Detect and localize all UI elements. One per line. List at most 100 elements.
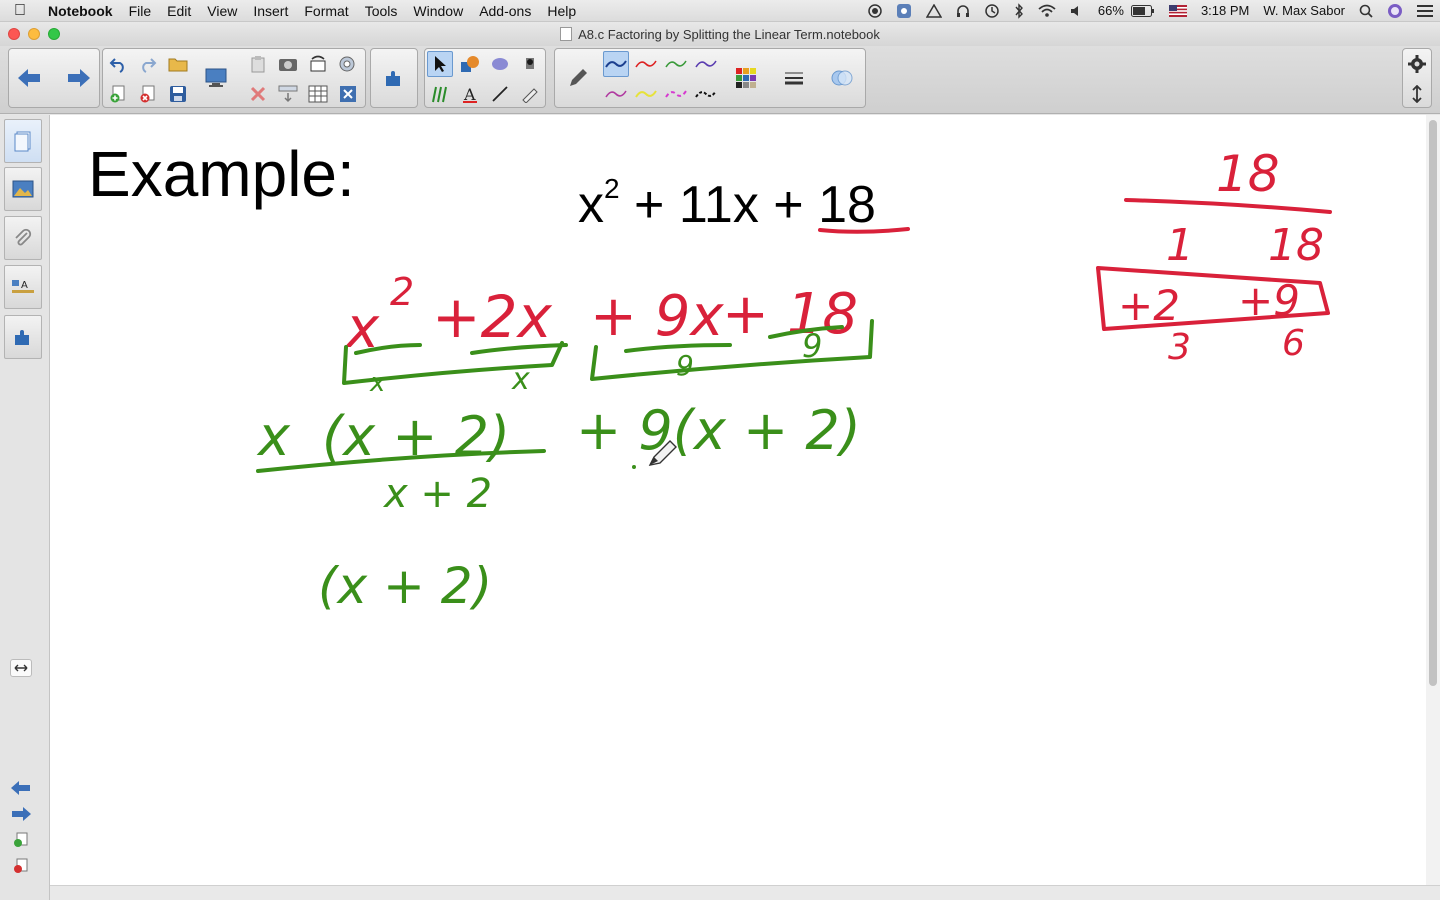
bluetooth-icon[interactable]	[1007, 3, 1031, 19]
open-folder-icon[interactable]	[165, 51, 191, 77]
red-underline-18[interactable]	[818, 227, 910, 234]
pen-style-green[interactable]	[663, 51, 689, 77]
pen-style-pink-dash[interactable]	[663, 81, 689, 107]
pen-style-red[interactable]	[633, 51, 659, 77]
battery-icon[interactable]	[1130, 5, 1162, 17]
ink-line2-x[interactable]: x	[256, 405, 291, 468]
apple-menu-icon[interactable]: 	[0, 2, 40, 20]
volume-icon[interactable]	[1063, 4, 1091, 18]
rotate-icon[interactable]	[305, 51, 331, 77]
previous-page-icon[interactable]	[10, 779, 32, 797]
ink-pair1-left[interactable]: 1	[1166, 220, 1194, 271]
text-icon[interactable]: A	[457, 81, 483, 107]
input-source-flag-icon[interactable]	[1162, 5, 1194, 17]
save-icon[interactable]	[165, 81, 191, 107]
delete-icon[interactable]	[245, 81, 271, 107]
notification-center-icon[interactable]	[1410, 5, 1440, 17]
menu-insert[interactable]: Insert	[245, 0, 296, 22]
ink-gcf2[interactable]: 9	[676, 349, 694, 382]
pen-style-yellow[interactable]	[633, 81, 659, 107]
table-icon[interactable]	[305, 81, 331, 107]
magic-pen-icon[interactable]	[517, 81, 543, 107]
full-screen-icon[interactable]	[275, 81, 301, 107]
redo-icon[interactable]	[135, 51, 161, 77]
time-machine-icon[interactable]	[977, 3, 1007, 19]
menu-edit[interactable]: Edit	[159, 0, 199, 22]
fill-icon[interactable]	[517, 51, 543, 77]
ink-split-18[interactable]: + 18	[722, 282, 858, 347]
creative-pen-icon[interactable]	[427, 81, 453, 107]
menu-tools[interactable]: Tools	[357, 0, 406, 22]
ink-gcf2b[interactable]: 9	[802, 327, 822, 365]
close-window-button[interactable]	[8, 28, 20, 40]
scrollbar-thumb[interactable]	[1429, 120, 1437, 686]
screen-shade-icon[interactable]	[203, 65, 229, 91]
color-palette-icon[interactable]	[733, 65, 759, 91]
line-icon[interactable]	[487, 81, 513, 107]
menu-addons[interactable]: Add-ons	[471, 0, 539, 22]
ink-gcf1[interactable]: x	[369, 368, 386, 398]
paste-icon[interactable]	[245, 51, 271, 77]
ink-pair1-right[interactable]: 18	[1268, 220, 1324, 271]
gallery-tab[interactable]	[4, 167, 42, 211]
close-object-icon[interactable]	[335, 81, 361, 107]
page-sorter-tab[interactable]	[4, 119, 42, 163]
menu-help[interactable]: Help	[539, 0, 584, 22]
addons-icon[interactable]	[381, 65, 407, 91]
ink-split-2x[interactable]: +2x	[432, 283, 552, 351]
pen-style-blue[interactable]	[603, 51, 629, 77]
whiteboard-canvas[interactable]: Example: x2 + 11x + 18 18 1 18 +2 +9 3 6…	[50, 115, 1426, 885]
pen-style-black-dash[interactable]	[693, 81, 719, 107]
menu-format[interactable]: Format	[296, 0, 356, 22]
screen-capture-icon[interactable]	[275, 51, 301, 77]
undo-icon[interactable]	[105, 51, 131, 77]
minimize-window-button[interactable]	[28, 28, 40, 40]
attachments-tab[interactable]	[4, 216, 42, 260]
ink-line3-under[interactable]: x + 2	[382, 471, 492, 517]
pen-style-magenta[interactable]	[603, 81, 629, 107]
menu-window[interactable]: Window	[405, 0, 471, 22]
drive-icon[interactable]	[919, 4, 949, 18]
ink-pair3-right[interactable]: 6	[1282, 323, 1305, 364]
pen-icon[interactable]	[565, 65, 591, 91]
ink-factor-top[interactable]: 18	[1216, 145, 1280, 203]
eraser-icon[interactable]	[487, 51, 513, 77]
screencast-icon[interactable]	[889, 3, 919, 19]
ink-pair2-left[interactable]: +2	[1118, 281, 1180, 330]
headphones-icon[interactable]	[949, 4, 977, 18]
menu-app-notebook[interactable]: Notebook	[40, 0, 121, 22]
next-page-icon[interactable]	[10, 805, 32, 823]
delete-page-icon[interactable]	[135, 81, 161, 107]
screen-record-icon[interactable]	[861, 4, 889, 18]
battery-percent[interactable]: 66%	[1091, 0, 1131, 22]
add-page-icon[interactable]	[105, 81, 131, 107]
ink-gcf1b[interactable]: x	[511, 362, 530, 397]
menu-view[interactable]: View	[199, 0, 245, 22]
sidebar-add-page-icon[interactable]	[10, 831, 32, 849]
ink-pair2-right[interactable]: +9	[1238, 276, 1300, 325]
siri-icon[interactable]	[1380, 3, 1410, 19]
ink-line4[interactable]: (x + 2)	[318, 557, 492, 615]
ink-line2-plus9[interactable]: + 9(x + 2)	[576, 399, 861, 462]
move-toolbar-icon[interactable]	[1404, 81, 1430, 107]
select-arrow-icon[interactable]	[427, 51, 453, 77]
user-name[interactable]: W. Max Sabor	[1256, 0, 1352, 22]
ink-split-x-exp[interactable]: 2	[390, 270, 414, 314]
shapes-icon[interactable]	[457, 51, 483, 77]
line-style-icon[interactable]	[781, 65, 807, 91]
sidebar-delete-page-icon[interactable]	[10, 857, 32, 875]
clock[interactable]: 3:18 PM	[1194, 0, 1256, 22]
settings-gear-icon[interactable]	[1404, 51, 1430, 77]
document-camera-icon[interactable]	[335, 51, 361, 77]
addons-tab[interactable]	[4, 315, 42, 359]
resize-handle-icon[interactable]	[10, 659, 32, 677]
back-arrow-icon[interactable]	[17, 65, 43, 91]
ink-split-9x[interactable]: + 9x	[590, 284, 724, 349]
zoom-window-button[interactable]	[48, 28, 60, 40]
spotlight-search-icon[interactable]	[1352, 4, 1380, 18]
wifi-icon[interactable]	[1031, 4, 1063, 18]
pen-style-purple[interactable]	[693, 51, 719, 77]
forward-arrow-icon[interactable]	[65, 65, 91, 91]
fill-effects-icon[interactable]	[829, 65, 855, 91]
ink-pair3-left[interactable]: 3	[1168, 327, 1191, 368]
